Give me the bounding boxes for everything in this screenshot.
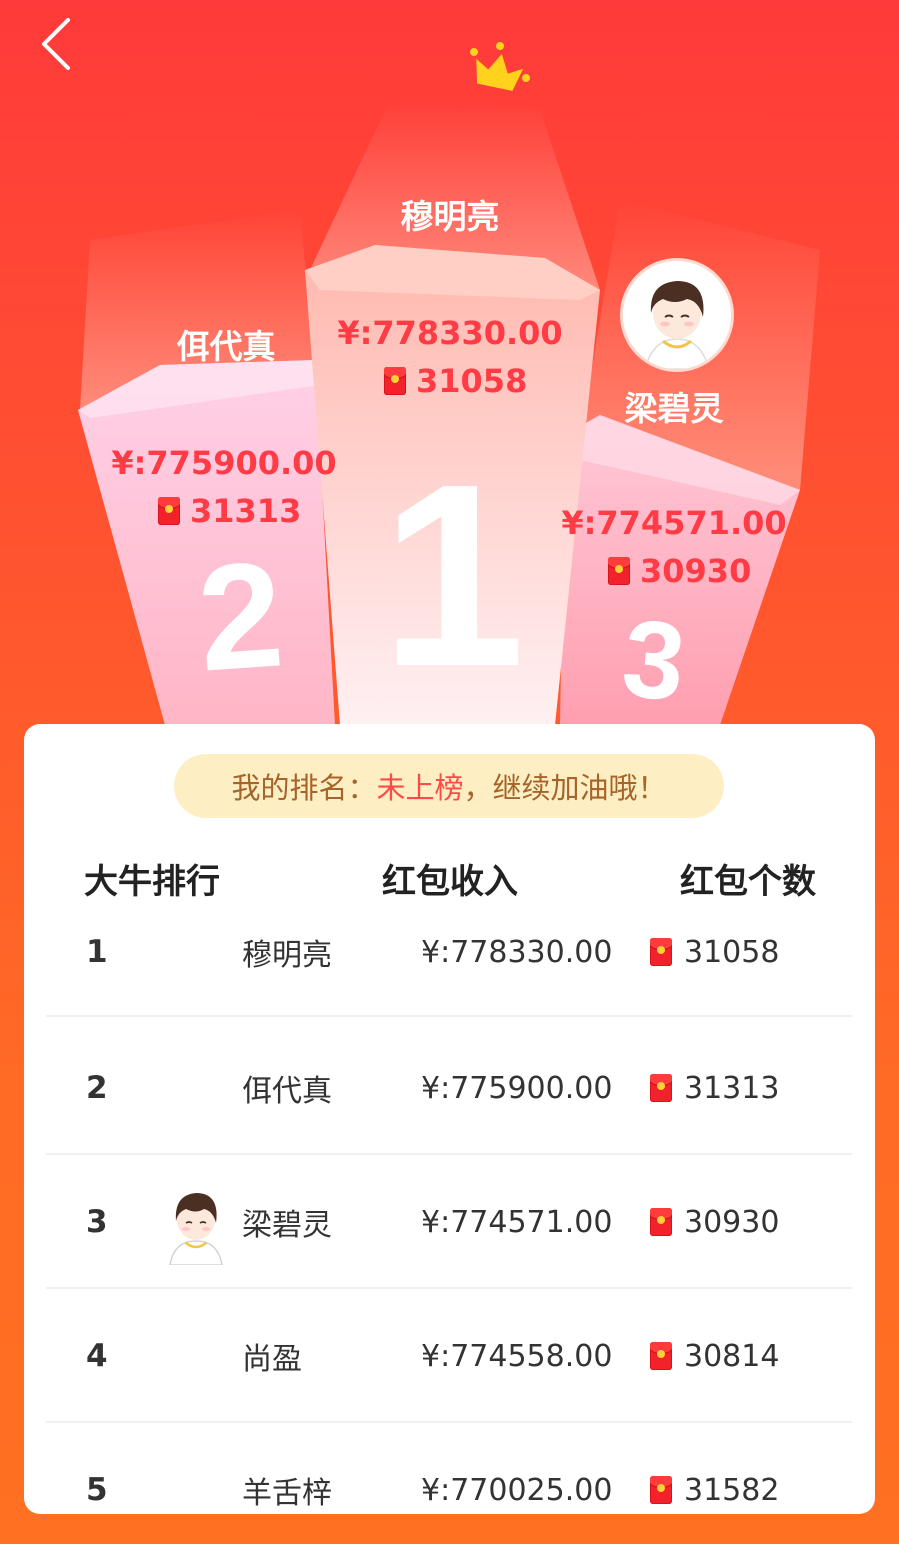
row-rank: 5: [86, 1472, 108, 1508]
row-rank: 2: [86, 1070, 108, 1106]
row-money: ¥:778330.00: [421, 934, 613, 970]
my-rank-pill: 我的排名： 未上榜 ，继续加油哦！: [174, 754, 724, 818]
podium-number-1: 1: [381, 431, 526, 721]
podium-name-2: 佴代真: [176, 327, 276, 366]
row-money: ¥:770025.00: [421, 1472, 613, 1508]
podium-money-1: ¥:778330.00: [337, 314, 563, 352]
row-rank: 3: [86, 1204, 108, 1240]
row-count: 31582: [650, 1423, 779, 1514]
row-name: 梁碧灵: [242, 1208, 332, 1243]
table-row[interactable]: 3 梁碧灵 ¥:774571.00 30930: [46, 1155, 852, 1289]
red-envelope-icon: [650, 1342, 672, 1370]
row-count: 31058: [650, 887, 779, 1017]
avatar[interactable]: [620, 258, 734, 372]
row-rank: 1: [86, 934, 108, 970]
row-money: ¥:774571.00: [421, 1204, 613, 1240]
red-envelope-icon: [650, 938, 672, 966]
row-name: 羊舌梓: [242, 1476, 332, 1511]
row-money: ¥:775900.00: [421, 1070, 613, 1106]
red-envelope-icon: [650, 1476, 672, 1504]
red-envelope-icon: [650, 1074, 672, 1102]
row-name: 佴代真: [242, 1074, 332, 1109]
podium-money-2: ¥:775900.00: [111, 444, 337, 482]
podium-name-1: 穆明亮: [400, 197, 500, 236]
podium-count-3: 30930: [608, 552, 751, 590]
table-row[interactable]: 5 羊舌梓 ¥:770025.00 31582: [46, 1423, 852, 1514]
row-count: 31313: [650, 1021, 779, 1155]
podium-money-3: ¥:774571.00: [561, 504, 787, 542]
podium-count-1: 31058: [384, 362, 527, 400]
podium-number-3: 3: [617, 596, 691, 725]
red-envelope-icon: [650, 1208, 672, 1236]
red-envelope-icon: [608, 557, 630, 585]
table-row[interactable]: 4 尚盈 ¥:774558.00 30814: [46, 1289, 852, 1423]
row-rank: 4: [86, 1338, 108, 1374]
divider: [46, 1015, 852, 1017]
row-money: ¥:774558.00: [421, 1338, 613, 1374]
podium-name-3: 梁碧灵: [624, 389, 724, 428]
red-envelope-icon: [384, 367, 406, 395]
ranking-card: 我的排名： 未上榜 ，继续加油哦！ 大牛排行 红包收入 红包个数 1 穆明亮 ¥:7…: [24, 724, 875, 1514]
table-row[interactable]: 1 穆明亮 ¥:778330.00 31058: [46, 887, 852, 1017]
podium-count-2: 31313: [158, 492, 301, 530]
avatar[interactable]: [156, 1181, 236, 1266]
table-row[interactable]: 2 佴代真 ¥:775900.00 31313: [46, 1021, 852, 1155]
row-count: 30930: [650, 1155, 779, 1289]
row-count: 30814: [650, 1289, 779, 1423]
podium-number-2: 2: [193, 529, 288, 702]
red-envelope-icon: [158, 497, 180, 525]
row-name: 穆明亮: [242, 938, 332, 973]
row-name: 尚盈: [242, 1342, 302, 1377]
